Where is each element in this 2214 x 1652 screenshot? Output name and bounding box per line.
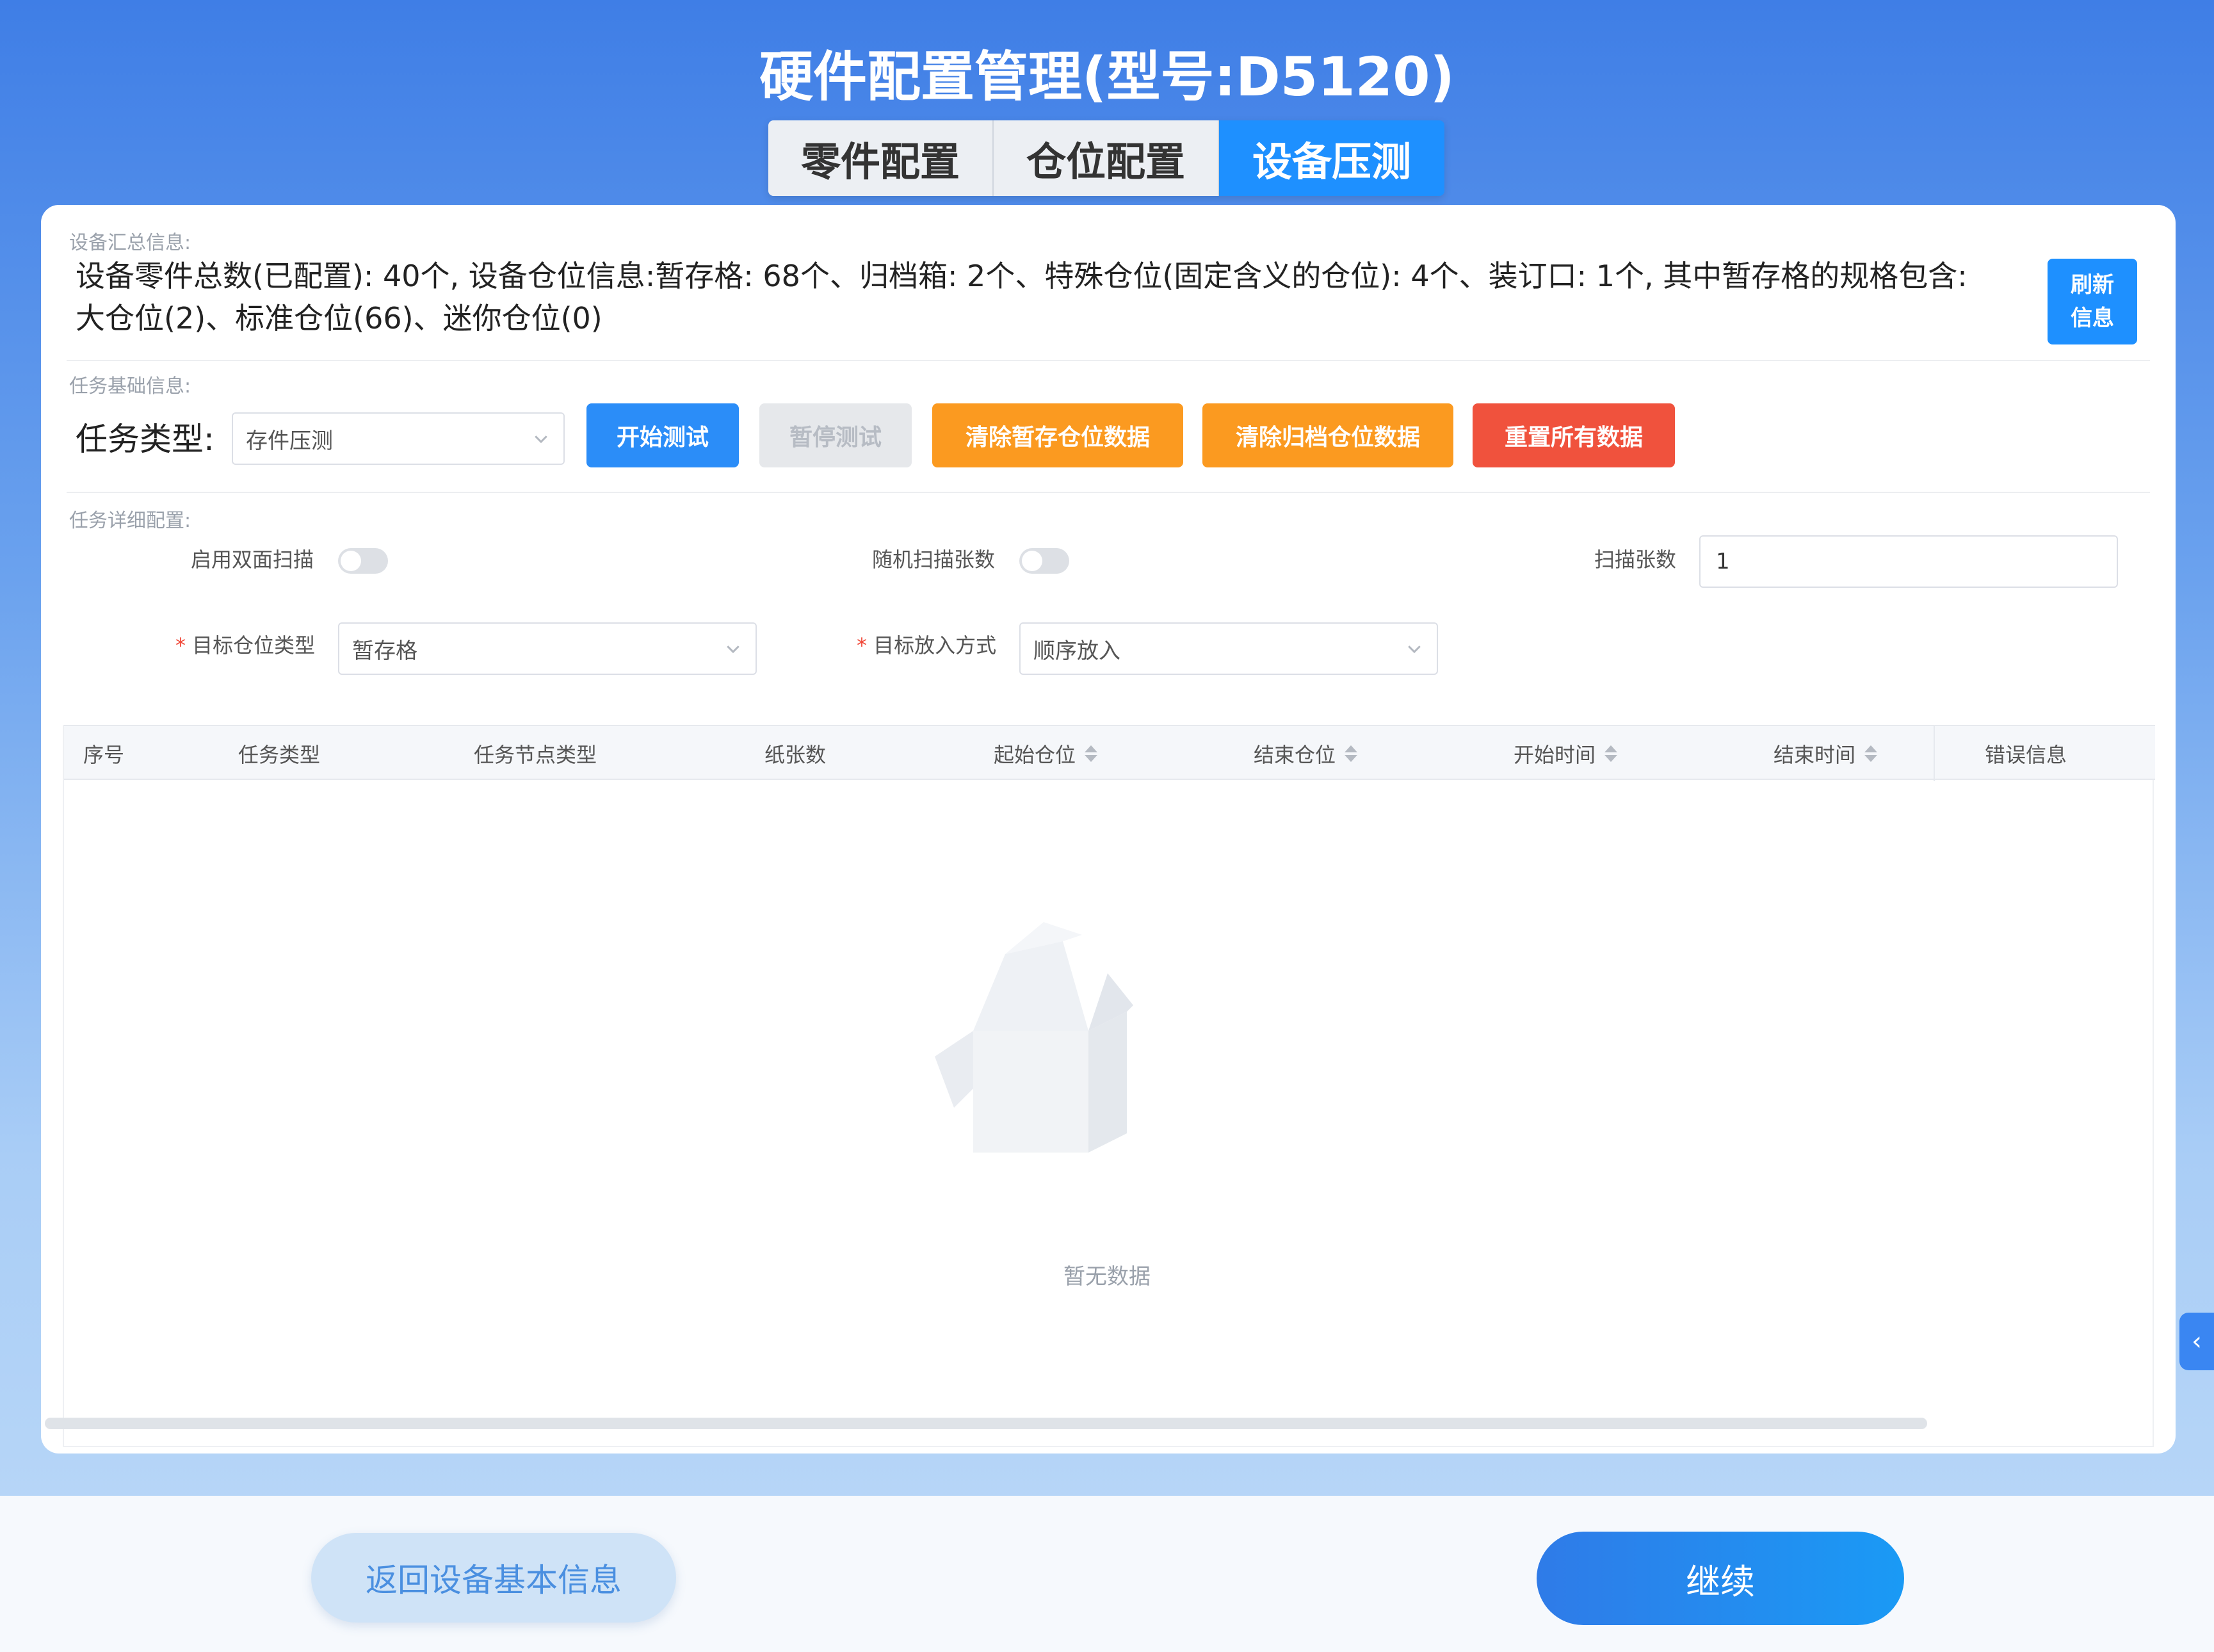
target-slot-type-label-text: 目标仓位类型 bbox=[192, 633, 316, 658]
sort-icon[interactable] bbox=[1864, 745, 1878, 762]
reset-all-data-button[interactable]: 重置所有数据 bbox=[1473, 403, 1675, 467]
page-title: 硬件配置管理(型号:D5120) bbox=[759, 45, 1455, 108]
summary-section-label: 设备汇总信息: bbox=[69, 232, 191, 254]
empty-box-icon bbox=[935, 922, 1133, 1153]
column-header-paper-count: 纸张数 bbox=[764, 743, 827, 767]
column-header-node-type: 任务节点类型 bbox=[474, 743, 597, 767]
scan-count-input[interactable]: 1 bbox=[1699, 535, 2118, 588]
column-header-end-slot[interactable]: 结束仓位 bbox=[1254, 726, 1358, 781]
column-header-start-time[interactable]: 开始时间 bbox=[1514, 726, 1618, 781]
target-method-value: 顺序放入 bbox=[1033, 638, 1120, 664]
back-to-device-info-button[interactable]: 返回设备基本信息 bbox=[311, 1533, 676, 1623]
task-type-value: 存件压测 bbox=[246, 428, 333, 454]
tab-parts-config[interactable]: 零件配置 bbox=[768, 120, 994, 196]
duplex-scan-toggle[interactable] bbox=[338, 548, 388, 574]
chevron-left-icon[interactable]: ‹ bbox=[2179, 1313, 2214, 1370]
task-detail-section-label: 任务详细配置: bbox=[69, 510, 191, 532]
target-method-label: * 目标放入方式 bbox=[857, 633, 996, 658]
clear-archive-slot-data-button[interactable]: 清除归档仓位数据 bbox=[1202, 403, 1453, 467]
column-header-start-slot[interactable]: 起始仓位 bbox=[994, 726, 1098, 781]
tab-stress-test[interactable]: 设备压测 bbox=[1219, 120, 1444, 196]
chevron-down-icon bbox=[1408, 645, 1421, 654]
summary-line-2: 大仓位(2)、标准仓位(66)、迷你仓位(0) bbox=[76, 301, 602, 336]
pause-test-button[interactable]: 暂停测试 bbox=[759, 403, 912, 467]
column-header-task-type: 任务类型 bbox=[238, 743, 321, 767]
start-test-button[interactable]: 开始测试 bbox=[586, 403, 739, 467]
column-separator bbox=[1934, 726, 1935, 781]
continue-button[interactable]: 继续 bbox=[1537, 1532, 1904, 1625]
required-mark: * bbox=[175, 633, 186, 658]
task-type-select[interactable]: 存件压测 bbox=[232, 412, 565, 465]
column-header-error-info: 错误信息 bbox=[1985, 743, 2067, 767]
chevron-down-icon bbox=[535, 435, 547, 444]
duplex-scan-label: 启用双面扫描 bbox=[191, 547, 314, 572]
empty-state-text: 暂无数据 bbox=[1063, 1264, 1151, 1290]
tab-slot-config[interactable]: 仓位配置 bbox=[994, 120, 1219, 196]
column-header-end-time[interactable]: 结束时间 bbox=[1774, 726, 1878, 781]
task-basic-section-label: 任务基础信息: bbox=[69, 375, 191, 398]
summary-line-1: 设备零件总数(已配置): 40个, 设备仓位信息:暂存格: 68个、归档箱: 2… bbox=[76, 259, 1968, 293]
divider bbox=[67, 492, 2150, 493]
column-header-index: 序号 bbox=[83, 743, 125, 767]
target-method-select[interactable]: 顺序放入 bbox=[1019, 622, 1438, 675]
sort-icon[interactable] bbox=[1604, 745, 1618, 762]
target-slot-type-select[interactable]: 暂存格 bbox=[338, 622, 757, 675]
clear-temp-slot-data-button[interactable]: 清除暂存仓位数据 bbox=[932, 403, 1183, 467]
sort-icon[interactable] bbox=[1085, 745, 1098, 762]
divider bbox=[67, 360, 2150, 361]
target-slot-type-value: 暂存格 bbox=[352, 638, 417, 664]
tab-bar: 零件配置 仓位配置 设备压测 bbox=[768, 120, 1444, 196]
target-method-label-text: 目标放入方式 bbox=[873, 633, 997, 658]
random-scan-count-toggle[interactable] bbox=[1019, 548, 1069, 574]
task-type-label: 任务类型: bbox=[76, 421, 214, 458]
scan-count-label: 扫描张数 bbox=[1594, 547, 1677, 572]
target-slot-type-label: * 目标仓位类型 bbox=[175, 633, 315, 658]
chevron-down-icon bbox=[727, 645, 739, 654]
required-mark: * bbox=[857, 633, 867, 658]
summary-text: 设备零件总数(已配置): 40个, 设备仓位信息:暂存格: 68个、归档箱: 2… bbox=[76, 255, 2080, 339]
table-header: 序号 任务类型 任务节点类型 纸张数 起始仓位 结束仓位 开始时间 结束时间 错… bbox=[64, 725, 2155, 781]
refresh-info-button[interactable]: 刷新信息 bbox=[2048, 259, 2137, 344]
random-scan-count-label: 随机扫描张数 bbox=[872, 547, 996, 572]
sort-icon[interactable] bbox=[1345, 745, 1358, 762]
horizontal-scrollbar[interactable] bbox=[45, 1418, 1927, 1429]
